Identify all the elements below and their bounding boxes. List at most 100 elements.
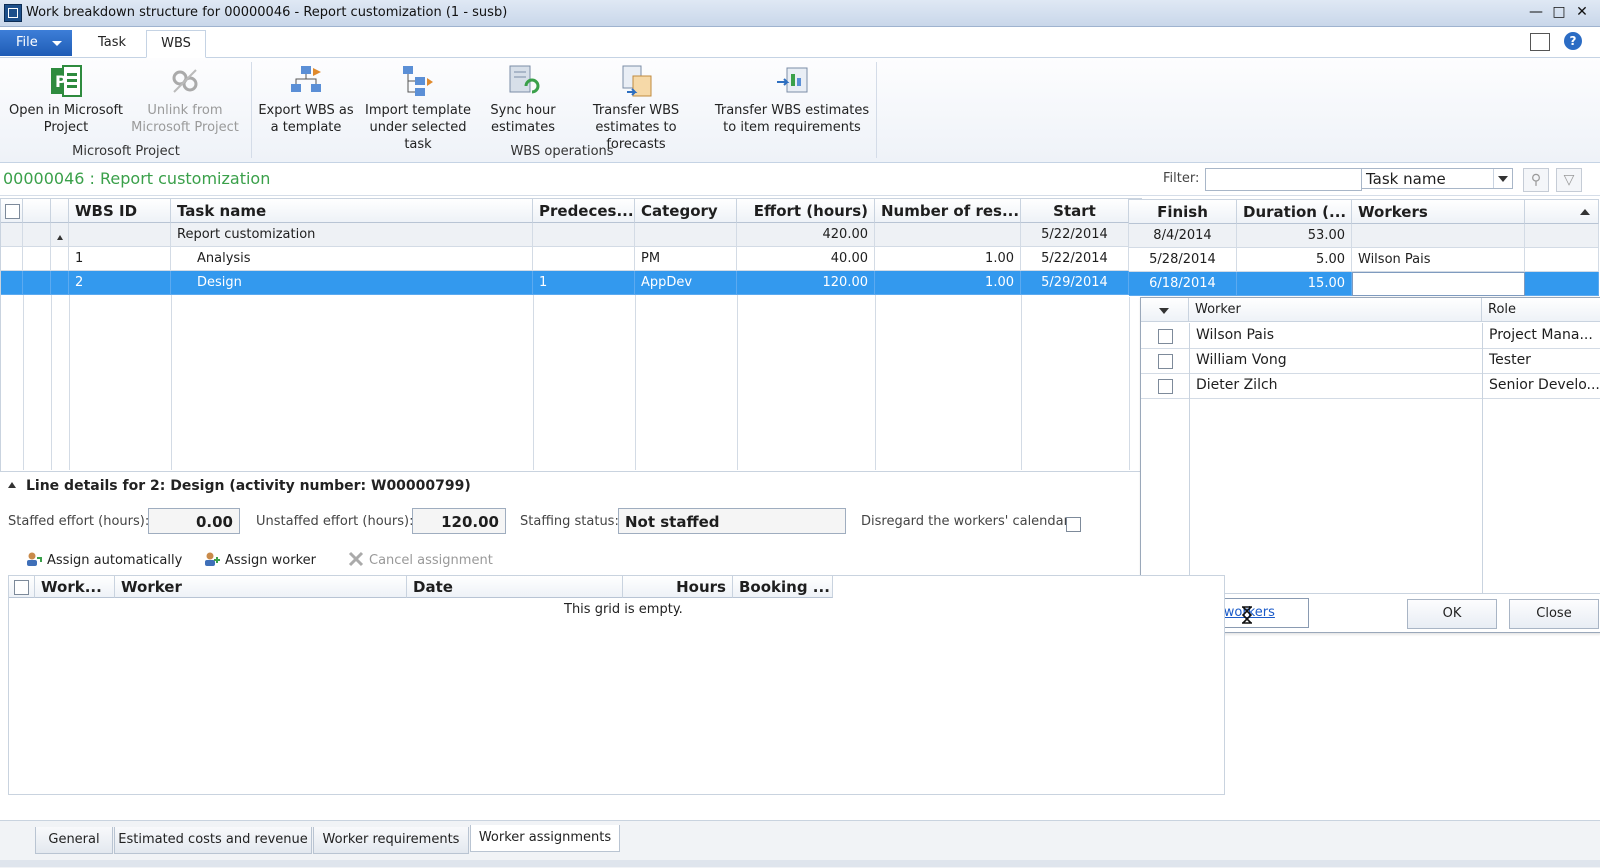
line-details-title[interactable]: Line details for 2: Design (activity num… (8, 478, 471, 494)
col-wbs-id[interactable]: WBS ID (69, 199, 171, 223)
category-cell[interactable] (635, 223, 737, 247)
col-category[interactable]: Category (635, 199, 737, 223)
disregard-calendar-checkbox[interactable] (1066, 517, 1081, 532)
worker-name-cell[interactable]: Wilson Pais (1189, 323, 1482, 348)
duration-cell[interactable]: 53.00 (1237, 224, 1352, 248)
col-workers[interactable]: Workers (1352, 200, 1525, 224)
col-predecessors[interactable]: Predeces... (533, 199, 635, 223)
lookup-col-role[interactable]: Role (1482, 298, 1600, 322)
subgrid-col-hours[interactable]: Hours (623, 576, 733, 598)
lookup-row[interactable]: Wilson Pais Project Mana... (1141, 323, 1600, 349)
col-finish[interactable]: Finish (1129, 200, 1237, 224)
subgrid-col-date[interactable]: Date (407, 576, 623, 598)
subgrid-col-worker[interactable]: Worker (115, 576, 407, 598)
col-task-name[interactable]: Task name (171, 199, 533, 223)
num-resources-cell[interactable] (875, 223, 1021, 247)
table-row[interactable]: 5/28/2014 5.00 Wilson Pais (1129, 248, 1600, 272)
tab-worker-assignments[interactable]: Worker assignments (470, 825, 620, 852)
table-row[interactable]: 8/4/2014 53.00 (1129, 224, 1600, 248)
cancel-assignment-button[interactable]: Cancel assignment (348, 550, 493, 572)
export-wbs-template-button[interactable]: Export WBS as a template (256, 60, 356, 136)
import-template-button[interactable]: Import template under selected task (356, 60, 480, 153)
clear-filter-icon[interactable]: ▽ (1556, 168, 1582, 192)
start-cell[interactable]: 5/29/2014 (1021, 271, 1129, 295)
finish-cell[interactable]: 8/4/2014 (1129, 224, 1237, 248)
table-row[interactable]: 6/18/2014 15.00 (1129, 272, 1600, 296)
tab-task[interactable]: Task (82, 30, 142, 56)
file-tab[interactable]: File (0, 30, 72, 56)
close-button[interactable]: Close (1509, 599, 1599, 629)
subgrid-col-booking[interactable]: Booking ... (733, 576, 833, 598)
effort-cell[interactable]: 420.00 (737, 223, 875, 247)
scroll-header[interactable] (1525, 200, 1599, 224)
effort-cell[interactable]: 120.00 (737, 271, 875, 295)
open-in-ms-project-button[interactable]: P Open in Microsoft Project (4, 60, 128, 136)
select-all-header[interactable] (1, 199, 23, 223)
lookup-col-worker[interactable]: Worker (1189, 298, 1482, 322)
subgrid-select-all-header[interactable] (9, 576, 35, 598)
minimize-icon[interactable]: — (1526, 3, 1546, 21)
finish-cell[interactable]: 6/18/2014 (1129, 272, 1237, 296)
wbs-id-cell[interactable]: 1 (69, 247, 171, 271)
col-effort[interactable]: Effort (hours) (737, 199, 875, 223)
assign-worker-button[interactable]: Assign worker (204, 550, 316, 572)
tab-estimated-costs[interactable]: Estimated costs and revenue (114, 827, 312, 854)
assign-automatically-button[interactable]: Assign automatically (26, 550, 182, 572)
sync-hour-estimates-button[interactable]: Sync hour estimates (484, 60, 562, 136)
unlink-ms-project-button[interactable]: Unlink from Microsoft Project (128, 60, 242, 136)
workers-cell[interactable] (1352, 224, 1525, 248)
ok-button[interactable]: OK (1407, 599, 1497, 629)
worker-checkbox[interactable] (1158, 379, 1173, 394)
maximize-icon[interactable]: □ (1549, 3, 1569, 21)
workers-cell[interactable]: Wilson Pais (1352, 248, 1525, 272)
num-resources-cell[interactable]: 1.00 (875, 247, 1021, 271)
col-start[interactable]: Start (1021, 199, 1129, 223)
duration-cell[interactable]: 15.00 (1237, 272, 1352, 296)
subgrid-select-all-checkbox[interactable] (14, 580, 29, 595)
tab-wbs[interactable]: WBS (146, 30, 206, 58)
predecessors-cell[interactable] (533, 223, 635, 247)
search-icon[interactable]: ⚲ (1523, 168, 1549, 192)
start-cell[interactable]: 5/22/2014 (1021, 247, 1129, 271)
layout-icon[interactable] (1530, 33, 1550, 51)
tab-general[interactable]: General (35, 827, 113, 854)
category-cell[interactable]: PM (635, 247, 737, 271)
subgrid-col-work[interactable]: Work... (35, 576, 115, 598)
finish-cell[interactable]: 5/28/2014 (1129, 248, 1237, 272)
worker-name-cell[interactable]: Dieter Zilch (1189, 373, 1482, 398)
worker-checkbox[interactable] (1158, 354, 1173, 369)
task-name-cell[interactable]: Analysis (171, 247, 533, 271)
num-resources-cell[interactable]: 1.00 (875, 271, 1021, 295)
worker-role-cell[interactable]: Project Mana... (1482, 323, 1600, 348)
col-num-resources[interactable]: Number of res... (875, 199, 1021, 223)
start-cell[interactable]: 5/22/2014 (1021, 223, 1129, 247)
category-cell[interactable]: AppDev (635, 271, 737, 295)
wbs-id-cell[interactable] (69, 223, 171, 247)
col-duration[interactable]: Duration (... (1237, 200, 1352, 224)
lookup-menu-header[interactable] (1141, 298, 1189, 322)
lookup-row[interactable]: Dieter Zilch Senior Develo... (1141, 373, 1600, 399)
tab-worker-requirements[interactable]: Worker requirements (313, 827, 469, 854)
filter-input[interactable] (1205, 168, 1362, 191)
transfer-to-item-requirements-button[interactable]: Transfer WBS estimates to item requireme… (710, 60, 874, 136)
worker-checkbox[interactable] (1158, 329, 1173, 344)
workers-cell[interactable] (1352, 272, 1525, 296)
worker-role-cell[interactable]: Senior Develo... (1482, 373, 1600, 398)
filter-field-select[interactable]: Task name (1361, 168, 1513, 189)
duration-cell[interactable]: 5.00 (1237, 248, 1352, 272)
grid-line (533, 295, 534, 470)
worker-role-cell[interactable]: Tester (1482, 348, 1600, 373)
predecessors-cell[interactable]: 1 (533, 271, 635, 295)
predecessors-cell[interactable] (533, 247, 635, 271)
help-icon[interactable]: ? (1564, 32, 1582, 50)
select-all-checkbox[interactable] (5, 204, 20, 219)
worker-name-cell[interactable]: William Vong (1189, 348, 1482, 373)
task-name-cell[interactable]: Design (171, 271, 533, 295)
close-icon[interactable]: ✕ (1572, 3, 1592, 21)
effort-cell[interactable]: 40.00 (737, 247, 875, 271)
transfer-to-forecasts-button[interactable]: Transfer WBS estimates to forecasts (566, 60, 706, 153)
expand-cell[interactable] (51, 223, 69, 247)
lookup-row[interactable]: William Vong Tester (1141, 348, 1600, 374)
task-name-cell[interactable]: Report customization (171, 223, 533, 247)
wbs-id-cell[interactable]: 2 (69, 271, 171, 295)
